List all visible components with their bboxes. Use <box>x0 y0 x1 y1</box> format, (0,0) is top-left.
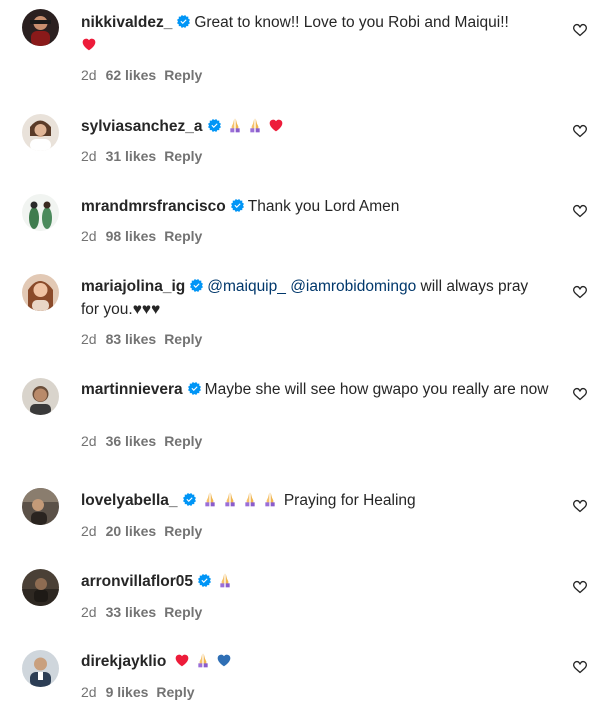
avatar[interactable] <box>22 378 59 415</box>
reply-button[interactable]: Reply <box>164 67 202 83</box>
comment-text: mariajolina_ig @maiquip_ @iamrobidomingo … <box>81 275 550 321</box>
reply-button[interactable]: Reply <box>164 523 202 539</box>
comment-text: nikkivaldez_ Great to know!! Love to you … <box>81 11 550 57</box>
reply-button[interactable]: Reply <box>164 604 202 620</box>
praying-hands-icon <box>196 652 210 668</box>
comment-text: lovelyabella_ Praying for Healing <box>81 489 550 512</box>
avatar[interactable] <box>22 114 59 151</box>
comment-meta: 2d 9 likes Reply <box>81 684 195 700</box>
comment-body: Praying for Healing <box>283 492 416 509</box>
likes-count[interactable]: 9 likes <box>106 684 149 700</box>
likes-count[interactable]: 20 likes <box>106 523 157 539</box>
timestamp: 2d <box>81 148 97 164</box>
verified-badge-icon <box>190 279 203 292</box>
timestamp: 2d <box>81 523 97 539</box>
timestamp: 2d <box>81 433 97 449</box>
comment-meta: 2d 31 likes Reply <box>81 148 202 164</box>
verified-badge-icon <box>208 119 221 132</box>
avatar[interactable] <box>22 650 59 687</box>
praying-hands-icon <box>243 491 257 507</box>
timestamp: 2d <box>81 604 97 620</box>
comment-text: arronvillaflor05 <box>81 570 550 593</box>
likes-count[interactable]: 98 likes <box>106 228 157 244</box>
username[interactable]: mrandmrsfrancisco <box>81 198 226 215</box>
praying-hands-icon <box>218 572 232 588</box>
like-heart-icon[interactable] <box>572 386 588 402</box>
verified-badge-icon <box>198 574 211 587</box>
like-heart-icon[interactable] <box>572 203 588 219</box>
comment-text: mrandmrsfrancisco Thank you Lord Amen <box>81 195 550 218</box>
avatar[interactable] <box>22 488 59 525</box>
mention-link[interactable]: @maiquip_ <box>207 278 286 295</box>
praying-hands-icon <box>223 491 237 507</box>
comment-meta: 2d 36 likes Reply <box>81 433 202 449</box>
praying-hands-icon <box>248 117 262 133</box>
comment-text: sylviasanchez_a <box>81 115 550 138</box>
verified-badge-icon <box>183 493 196 506</box>
timestamp: 2d <box>81 331 97 347</box>
username[interactable]: mariajolina_ig <box>81 278 185 295</box>
avatar[interactable] <box>22 274 59 311</box>
likes-count[interactable]: 83 likes <box>106 331 157 347</box>
like-heart-icon[interactable] <box>572 579 588 595</box>
username[interactable]: sylviasanchez_a <box>81 118 203 135</box>
like-heart-icon[interactable] <box>572 659 588 675</box>
username[interactable]: direkjayklio <box>81 653 166 670</box>
reply-button[interactable]: Reply <box>164 148 202 164</box>
red-heart-icon <box>81 36 97 52</box>
mention-link[interactable]: @iamrobidomingo <box>290 278 416 295</box>
timestamp: 2d <box>81 67 97 83</box>
comment-meta: 2d 83 likes Reply <box>81 331 202 347</box>
red-heart-icon <box>268 117 284 133</box>
timestamp: 2d <box>81 228 97 244</box>
comment-text: direkjayklio <box>81 650 550 673</box>
reply-button[interactable]: Reply <box>164 228 202 244</box>
comment-text: martinnievera Maybe she will see how gwap… <box>81 378 550 401</box>
comment-meta: 2d 33 likes Reply <box>81 604 202 620</box>
praying-hands-icon <box>203 491 217 507</box>
comment-body: Maybe she will see how gwapo you really … <box>204 381 549 398</box>
likes-count[interactable]: 31 likes <box>106 148 157 164</box>
reply-button[interactable]: Reply <box>156 684 194 700</box>
avatar[interactable] <box>22 569 59 606</box>
comment-meta: 2d 62 likes Reply <box>81 67 202 83</box>
comment-meta: 2d 20 likes Reply <box>81 523 202 539</box>
comment-body: Thank you Lord Amen <box>247 198 400 215</box>
reply-button[interactable]: Reply <box>164 331 202 347</box>
likes-count[interactable]: 62 likes <box>106 67 157 83</box>
avatar[interactable] <box>22 9 59 46</box>
username[interactable]: arronvillaflor05 <box>81 573 193 590</box>
reply-button[interactable]: Reply <box>164 433 202 449</box>
avatar[interactable] <box>22 194 59 231</box>
praying-hands-icon <box>228 117 242 133</box>
verified-badge-icon <box>231 199 244 212</box>
like-heart-icon[interactable] <box>572 284 588 300</box>
comment-meta: 2d 98 likes Reply <box>81 228 202 244</box>
username[interactable]: lovelyabella_ <box>81 492 178 509</box>
username[interactable]: nikkivaldez_ <box>81 14 172 31</box>
like-heart-icon[interactable] <box>572 22 588 38</box>
likes-count[interactable]: 36 likes <box>106 433 157 449</box>
timestamp: 2d <box>81 684 97 700</box>
comment-body: Great to know!! Love to you Robi and Mai… <box>194 14 509 31</box>
likes-count[interactable]: 33 likes <box>106 604 157 620</box>
username[interactable]: martinnievera <box>81 381 183 398</box>
verified-badge-icon <box>188 382 201 395</box>
blue-heart-icon <box>216 652 232 668</box>
like-heart-icon[interactable] <box>572 123 588 139</box>
praying-hands-icon <box>263 491 277 507</box>
verified-badge-icon <box>177 15 190 28</box>
like-heart-icon[interactable] <box>572 498 588 514</box>
red-heart-icon <box>174 652 190 668</box>
